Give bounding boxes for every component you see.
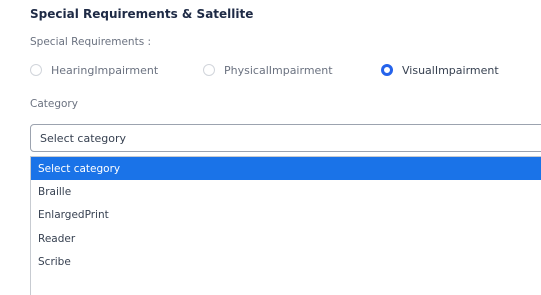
dropdown-option-select-category[interactable]: Select category [31, 157, 541, 181]
radio-button-selected-icon[interactable] [381, 64, 393, 76]
special-requirements-radio-group: HearingImpairment PhysicalImpairment Vis… [30, 60, 530, 80]
dropdown-option-enlarged-print[interactable]: EnlargedPrint [31, 204, 541, 227]
radio-label: PhysicalImpairment [224, 63, 333, 77]
radio-button-icon[interactable] [30, 64, 42, 76]
dropdown-option-braille[interactable]: Braille [31, 180, 541, 203]
special-requirements-label: Special Requirements : [30, 36, 152, 48]
radio-option-visual-impairment[interactable]: VisualImpairment [381, 60, 499, 80]
category-label: Category [30, 98, 78, 110]
special-requirements-form: Special Requirements & Satellite Special… [0, 0, 541, 295]
radio-option-physical-impairment[interactable]: PhysicalImpairment [203, 60, 333, 80]
dropdown-option-scribe[interactable]: Scribe [31, 251, 541, 274]
radio-option-hearing-impairment[interactable]: HearingImpairment [30, 60, 158, 80]
category-dropdown-list: Select category Braille EnlargedPrint Re… [30, 156, 541, 295]
radio-label: HearingImpairment [51, 63, 159, 77]
radio-label: VisualImpairment [402, 63, 499, 77]
dropdown-option-reader[interactable]: Reader [31, 227, 541, 250]
section-title: Special Requirements & Satellite [30, 7, 254, 21]
radio-button-icon[interactable] [203, 64, 215, 76]
category-select[interactable]: Select category [30, 124, 541, 152]
category-select-value: Select category [40, 131, 127, 145]
